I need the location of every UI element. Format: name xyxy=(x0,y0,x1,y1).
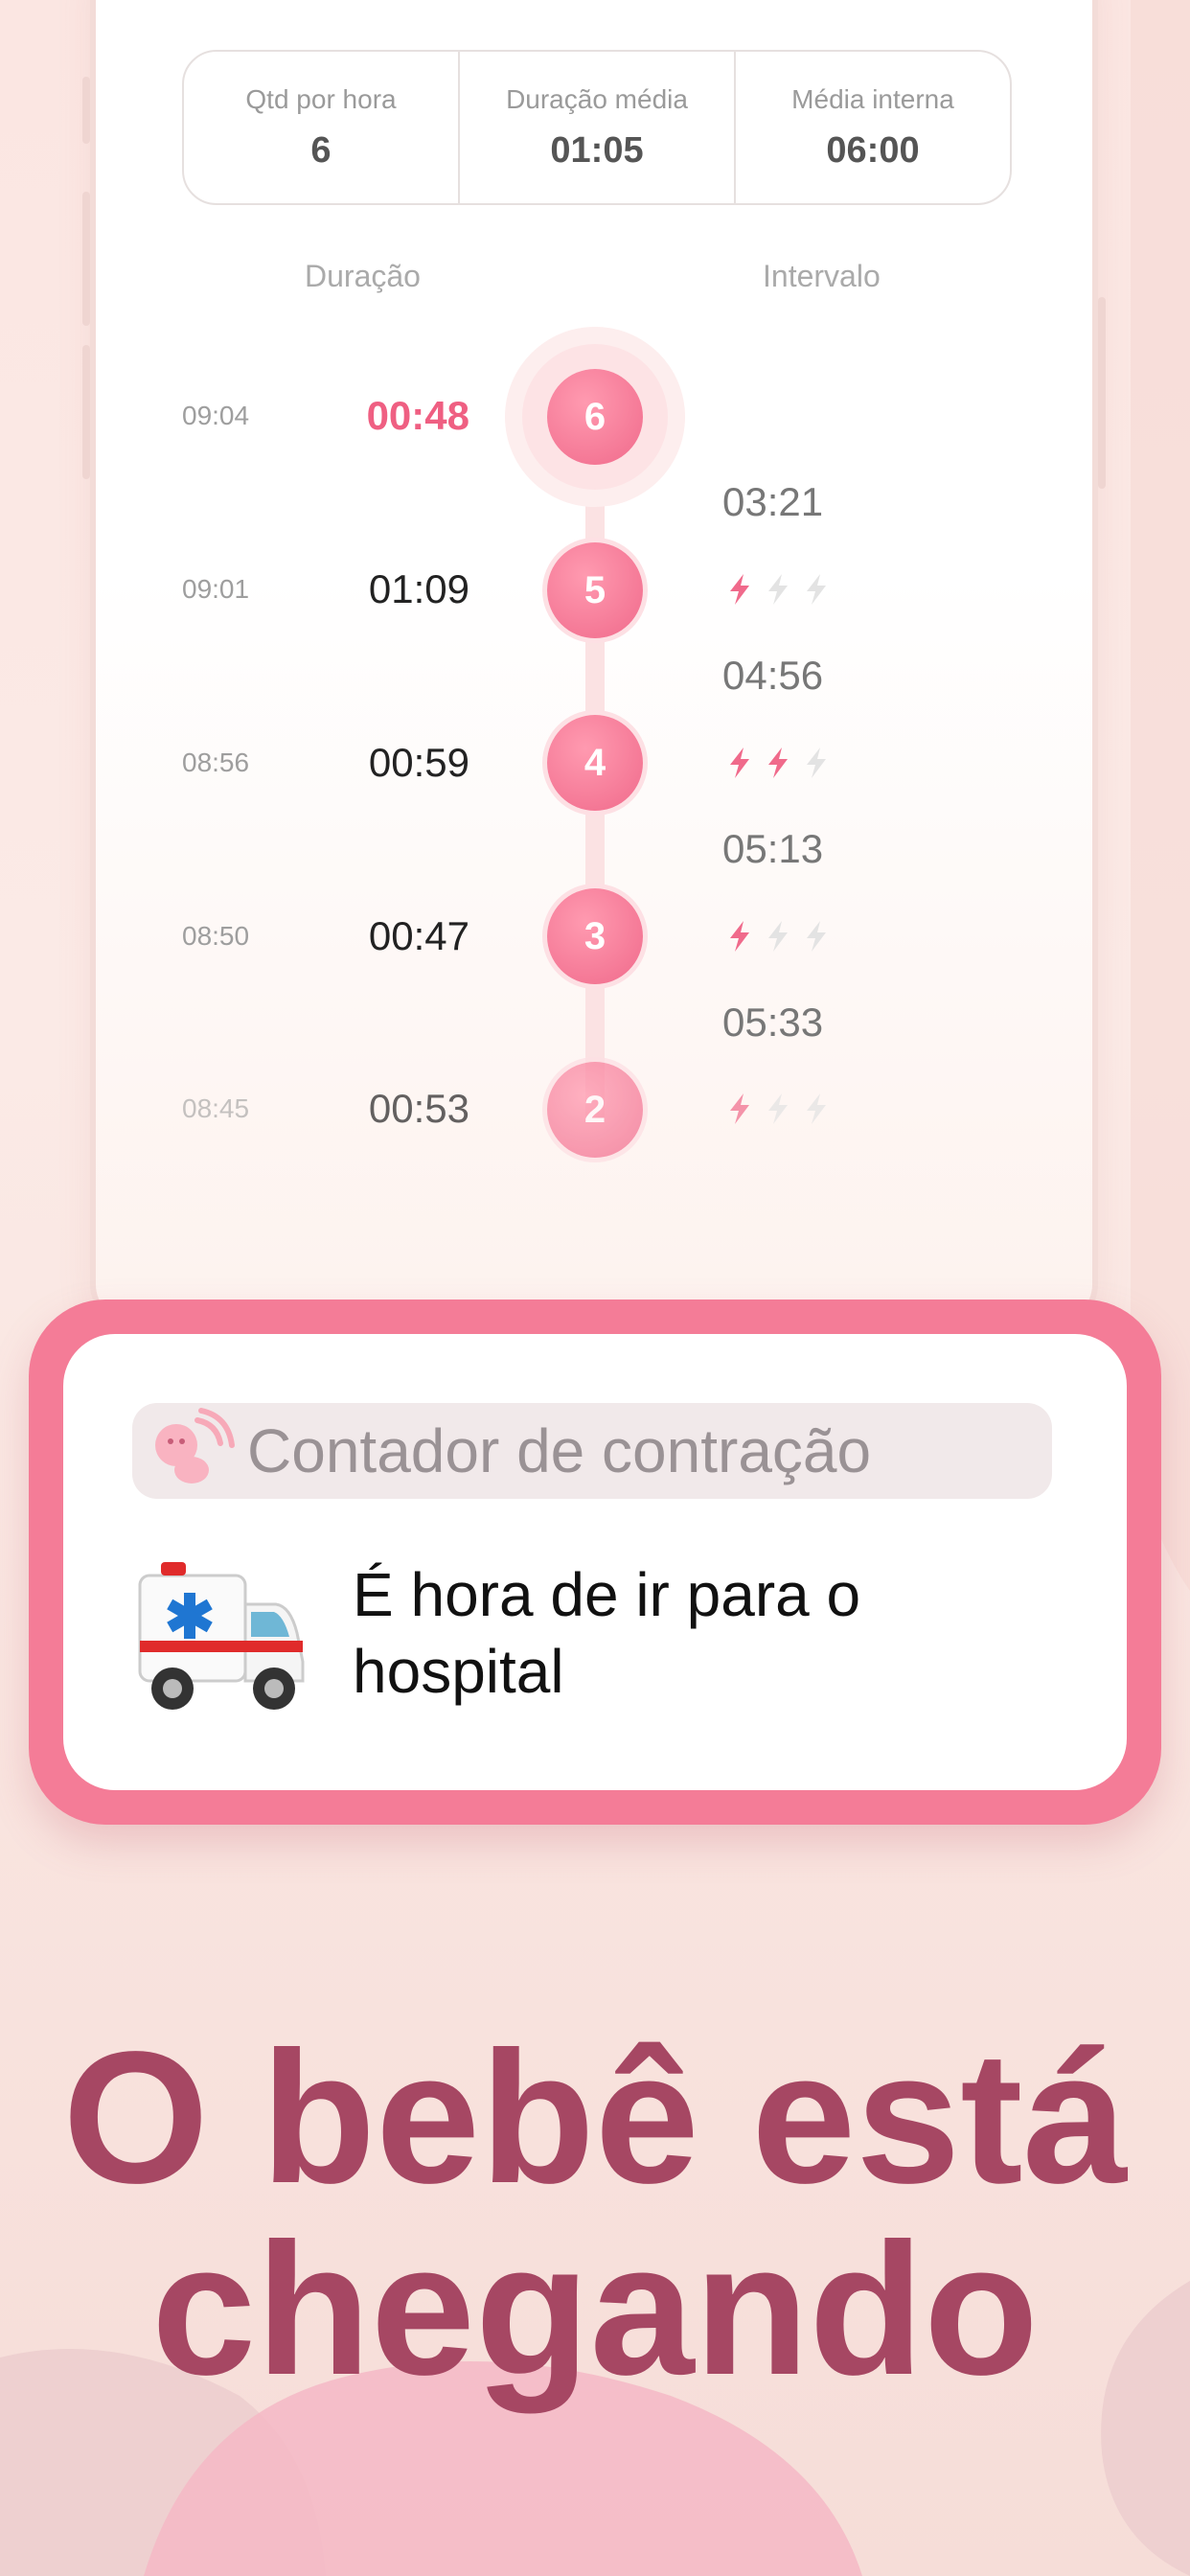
bolt-active-icon xyxy=(730,1093,749,1124)
contraction-node[interactable]: 5 xyxy=(547,542,643,638)
headline-line-2: chegando xyxy=(151,2204,1039,2414)
contraction-time: 08:56 xyxy=(182,748,250,777)
ambulance-icon xyxy=(138,1562,305,1710)
contraction-node[interactable]: 2 xyxy=(547,1062,643,1158)
contraction-time: 08:45 xyxy=(182,1093,250,1123)
contraction-duration: 00:47 xyxy=(368,913,469,958)
bolt-inactive-icon xyxy=(807,1093,826,1124)
interval-value: 05:33 xyxy=(722,1000,824,1045)
stat-value: 6 xyxy=(310,129,332,171)
notification-card[interactable]: Contador de contração É hora de ir para … xyxy=(29,1300,1161,1825)
stat-avg-duration: Duração média 01:05 xyxy=(460,52,736,203)
baby-icon xyxy=(155,1408,235,1484)
contraction-time: 09:01 xyxy=(182,574,250,604)
notification-body: Contador de contração É hora de ir para … xyxy=(63,1334,1127,1790)
bolt-active-icon xyxy=(768,748,788,778)
bolt-active-icon xyxy=(730,748,749,778)
bolt-inactive-icon xyxy=(768,574,788,605)
contraction-node[interactable]: 3 xyxy=(547,888,643,984)
contraction-duration: 00:48 xyxy=(366,393,469,438)
stats-panel: Qtd por hora 6 Duração média 01:05 Média… xyxy=(182,50,1012,205)
interval-value: 03:21 xyxy=(722,479,824,524)
intensity-rating xyxy=(724,572,832,607)
stat-avg-interval: Média interna 06:00 xyxy=(736,52,1010,203)
bolt-inactive-icon xyxy=(768,921,788,952)
contraction-time: 09:04 xyxy=(182,401,250,430)
contraction-duration: 01:09 xyxy=(368,566,469,611)
stat-label: Média interna xyxy=(791,83,954,114)
notification-app-name: Contador de contração xyxy=(247,1416,872,1485)
stat-label: Qtd por hora xyxy=(245,83,397,114)
intensity-rating xyxy=(724,919,832,954)
contraction-node[interactable]: 4 xyxy=(547,715,643,811)
column-header-duration: Duração xyxy=(305,259,421,293)
stat-value: 01:05 xyxy=(550,129,644,171)
bolt-active-icon xyxy=(730,574,749,605)
headline: O bebê está chegando xyxy=(0,2022,1190,2405)
intensity-rating xyxy=(724,746,832,780)
bolt-inactive-icon xyxy=(768,1093,788,1124)
stat-value: 06:00 xyxy=(826,129,920,171)
bolt-inactive-icon xyxy=(807,921,826,952)
contraction-duration: 00:59 xyxy=(368,740,469,785)
notification-app-header: Contador de contração xyxy=(132,1403,1052,1499)
contraction-duration: 00:53 xyxy=(368,1086,469,1131)
stat-label: Duração média xyxy=(506,83,688,114)
intensity-rating xyxy=(724,1092,832,1126)
bolt-active-icon xyxy=(730,921,749,952)
notification-message: É hora de ir para o hospital xyxy=(353,1560,861,1706)
contraction-time: 08:50 xyxy=(182,921,250,951)
bolt-inactive-icon xyxy=(807,748,826,778)
interval-value: 04:56 xyxy=(722,653,824,698)
interval-value: 05:13 xyxy=(722,826,824,871)
stat-per-hour: Qtd por hora 6 xyxy=(184,52,460,203)
column-header-interval: Intervalo xyxy=(763,259,881,293)
headline-line-1: O bebê está xyxy=(62,2012,1128,2222)
contraction-node[interactable]: 6 xyxy=(547,369,643,465)
bolt-inactive-icon xyxy=(807,574,826,605)
